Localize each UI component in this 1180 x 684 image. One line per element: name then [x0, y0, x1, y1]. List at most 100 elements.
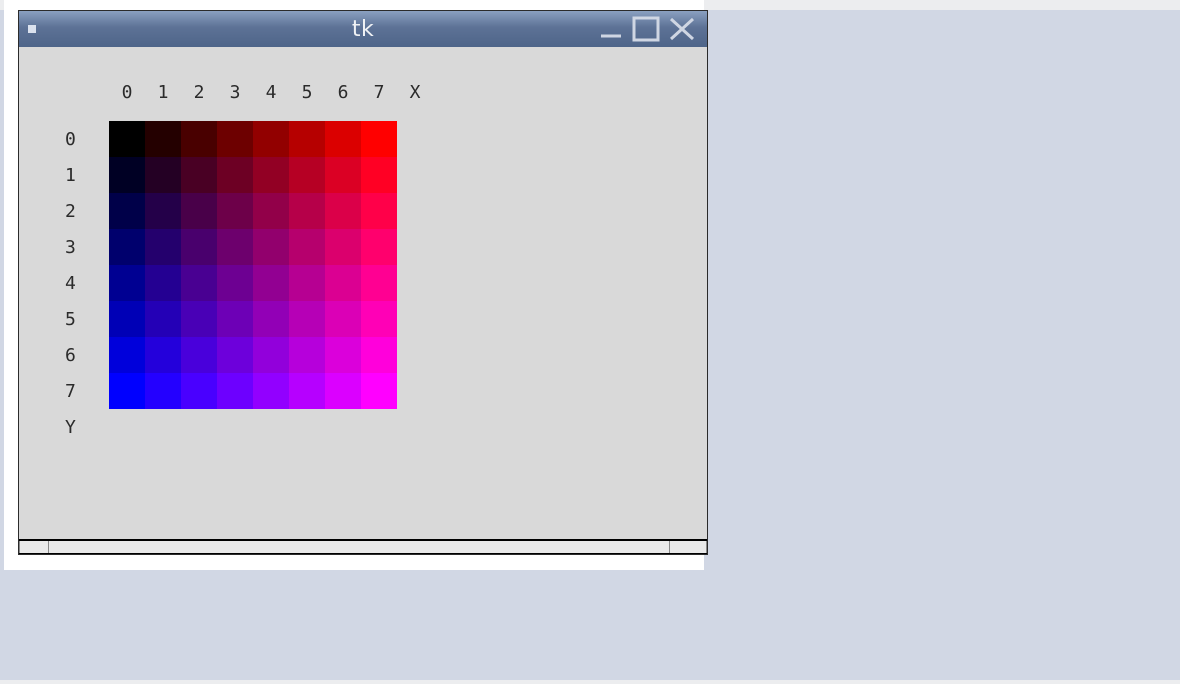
- color-swatch[interactable]: [253, 265, 289, 301]
- column-header: 3: [217, 77, 253, 107]
- column-header: 2: [181, 77, 217, 107]
- color-swatch[interactable]: [325, 229, 361, 265]
- color-swatch[interactable]: [181, 157, 217, 193]
- color-swatch[interactable]: [217, 301, 253, 337]
- x-axis-label: X: [397, 77, 433, 107]
- color-swatch[interactable]: [289, 121, 325, 157]
- color-swatch[interactable]: [289, 193, 325, 229]
- color-swatch[interactable]: [289, 265, 325, 301]
- color-swatch[interactable]: [181, 373, 217, 409]
- color-swatch[interactable]: [361, 373, 397, 409]
- color-swatch[interactable]: [217, 121, 253, 157]
- color-swatch[interactable]: [109, 121, 145, 157]
- color-swatch[interactable]: [361, 121, 397, 157]
- color-swatch[interactable]: [361, 157, 397, 193]
- color-grid-widget: 01234567X 01234567Y: [59, 77, 433, 445]
- color-swatch[interactable]: [145, 265, 181, 301]
- color-swatch[interactable]: [181, 193, 217, 229]
- color-swatch[interactable]: [289, 157, 325, 193]
- maximize-icon: [631, 15, 661, 43]
- color-swatch[interactable]: [181, 301, 217, 337]
- color-swatch[interactable]: [325, 193, 361, 229]
- color-swatch[interactable]: [289, 229, 325, 265]
- color-swatch[interactable]: [289, 373, 325, 409]
- color-swatch[interactable]: [217, 157, 253, 193]
- client-area: 01234567X 01234567Y: [19, 47, 707, 539]
- color-swatch[interactable]: [325, 265, 361, 301]
- row-header: 1: [59, 157, 109, 193]
- color-swatch[interactable]: [109, 301, 145, 337]
- color-swatch[interactable]: [109, 265, 145, 301]
- color-swatch[interactable]: [325, 157, 361, 193]
- color-swatch[interactable]: [145, 193, 181, 229]
- row-header: 2: [59, 193, 109, 229]
- tk-window: tk 01234567X 0123: [18, 10, 708, 555]
- color-swatch[interactable]: [145, 373, 181, 409]
- color-swatch[interactable]: [361, 337, 397, 373]
- color-swatch[interactable]: [253, 301, 289, 337]
- color-swatch[interactable]: [289, 337, 325, 373]
- minimize-icon: [597, 18, 625, 40]
- color-swatch[interactable]: [145, 121, 181, 157]
- column-header: 6: [325, 77, 361, 107]
- column-header: 7: [361, 77, 397, 107]
- color-swatch[interactable]: [325, 373, 361, 409]
- status-bar: [19, 539, 707, 554]
- row-headers: 01234567Y: [59, 121, 109, 445]
- color-swatch[interactable]: [181, 229, 217, 265]
- color-swatch[interactable]: [109, 193, 145, 229]
- color-swatch[interactable]: [217, 265, 253, 301]
- y-axis-label: Y: [59, 409, 109, 445]
- column-header: 4: [253, 77, 289, 107]
- color-swatch[interactable]: [145, 337, 181, 373]
- color-swatch[interactable]: [361, 301, 397, 337]
- color-swatch[interactable]: [217, 229, 253, 265]
- color-swatch[interactable]: [253, 229, 289, 265]
- close-icon: [667, 15, 697, 43]
- color-swatch[interactable]: [253, 157, 289, 193]
- color-swatch[interactable]: [181, 337, 217, 373]
- close-button[interactable]: [667, 15, 697, 43]
- color-swatch[interactable]: [145, 301, 181, 337]
- system-menu-button[interactable]: [19, 11, 45, 47]
- row-header: 6: [59, 337, 109, 373]
- row-header: 4: [59, 265, 109, 301]
- color-swatch[interactable]: [361, 193, 397, 229]
- color-swatch[interactable]: [217, 373, 253, 409]
- maximize-button[interactable]: [631, 15, 661, 43]
- color-swatch[interactable]: [181, 121, 217, 157]
- color-swatch[interactable]: [145, 157, 181, 193]
- statusbar-segment: [19, 541, 49, 553]
- row-header: 3: [59, 229, 109, 265]
- color-swatch[interactable]: [253, 121, 289, 157]
- color-swatch[interactable]: [253, 373, 289, 409]
- color-swatch[interactable]: [109, 157, 145, 193]
- column-header: 5: [289, 77, 325, 107]
- color-swatch[interactable]: [217, 193, 253, 229]
- color-swatch[interactable]: [253, 193, 289, 229]
- column-headers: 01234567X: [109, 77, 433, 107]
- color-swatch[interactable]: [253, 337, 289, 373]
- color-swatch[interactable]: [181, 265, 217, 301]
- color-swatch[interactable]: [361, 229, 397, 265]
- titlebar[interactable]: tk: [19, 11, 707, 47]
- color-swatch[interactable]: [361, 265, 397, 301]
- color-swatch[interactable]: [289, 301, 325, 337]
- row-header: 5: [59, 301, 109, 337]
- color-swatch[interactable]: [109, 373, 145, 409]
- color-swatch[interactable]: [217, 337, 253, 373]
- color-swatch-grid: [109, 121, 397, 445]
- window-controls: [597, 15, 707, 43]
- color-swatch[interactable]: [325, 121, 361, 157]
- color-swatch[interactable]: [109, 337, 145, 373]
- color-swatch[interactable]: [325, 337, 361, 373]
- row-header: 7: [59, 373, 109, 409]
- color-swatch[interactable]: [145, 229, 181, 265]
- system-menu-icon: [28, 25, 36, 33]
- color-swatch[interactable]: [325, 301, 361, 337]
- minimize-button[interactable]: [597, 18, 625, 40]
- column-header: 0: [109, 77, 145, 107]
- color-swatch[interactable]: [109, 229, 145, 265]
- column-header: 1: [145, 77, 181, 107]
- row-header: 0: [59, 121, 109, 157]
